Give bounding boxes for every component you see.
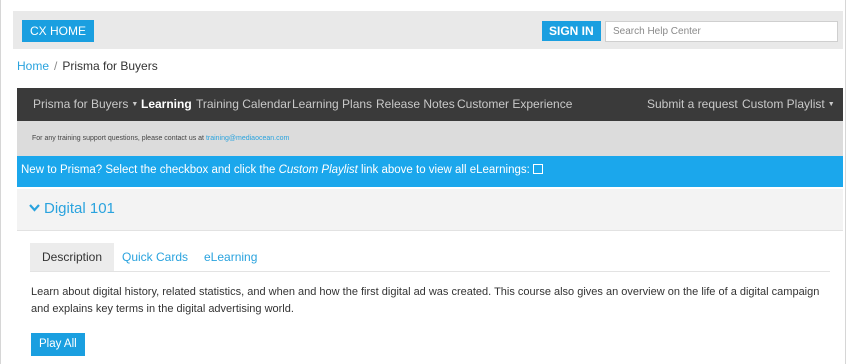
course-tabs: Description Quick Cards eLearning xyxy=(30,243,830,272)
nav-item-learning-plans[interactable]: Learning Plans xyxy=(292,88,372,121)
course-header[interactable]: Digital 101 xyxy=(17,189,843,231)
support-notice-text: For any training support questions, plea… xyxy=(32,135,289,142)
course-description: Learn about digital history, related sta… xyxy=(31,286,820,315)
banner-text-before: New to Prisma? Select the checkbox and c… xyxy=(21,164,279,176)
chevron-down-icon xyxy=(29,203,40,215)
tab-description[interactable]: Description xyxy=(30,243,115,271)
nav-item-training-calendar[interactable]: Training Calendar xyxy=(196,88,291,121)
breadcrumb-current: Prisma for Buyers xyxy=(62,59,158,73)
support-notice-message: For any training support questions, plea… xyxy=(32,135,206,142)
nav-item-label: Prisma for Buyers xyxy=(33,97,129,111)
search-input[interactable] xyxy=(605,21,838,42)
breadcrumb-separator: / xyxy=(54,59,58,73)
banner-playlist-emphasis: Custom Playlist xyxy=(278,164,358,176)
nav-item-customer-experience[interactable]: Customer Experience xyxy=(457,88,572,121)
play-all-button[interactable]: Play All xyxy=(31,333,85,356)
cx-home-button[interactable]: CX HOME xyxy=(22,20,95,42)
caret-down-icon: ▼ xyxy=(827,101,835,109)
support-email-link[interactable]: training@mediaocean.com xyxy=(206,135,289,142)
chevron-down-svg xyxy=(29,204,40,212)
tab-elearning[interactable]: eLearning xyxy=(204,243,257,271)
breadcrumb-home-link[interactable]: Home xyxy=(17,59,49,73)
main-nav: Prisma for Buyers ▼ Learning Training Cal… xyxy=(17,88,843,121)
support-notice: For any training support questions, plea… xyxy=(17,121,843,156)
banner-text: New to Prisma? Select the checkbox and c… xyxy=(21,164,543,176)
show-all-checkbox[interactable] xyxy=(532,164,543,174)
course-title-label: Digital 101 xyxy=(44,200,115,217)
nav-item-release-notes[interactable]: Release Notes xyxy=(376,88,455,121)
nav-item-learning[interactable]: Learning xyxy=(141,88,192,121)
new-user-banner: New to Prisma? Select the checkbox and c… xyxy=(17,156,843,187)
nav-item-submit-request[interactable]: Submit a request xyxy=(647,88,738,121)
nav-item-label: Custom Playlist xyxy=(742,97,825,111)
course-title[interactable]: Digital 101 xyxy=(29,200,115,217)
tab-quick-cards[interactable]: Quick Cards xyxy=(122,243,188,271)
breadcrumb: Home / Prisma for Buyers xyxy=(17,59,158,73)
caret-down-icon: ▼ xyxy=(131,101,139,109)
banner-text-after: link above to view all eLearnings: xyxy=(357,164,530,176)
nav-item-prisma-for-buyers[interactable]: Prisma for Buyers ▼ xyxy=(33,88,138,121)
top-bar: CX HOME SIGN IN xyxy=(13,11,843,49)
page-frame: CX HOME SIGN IN Home / Prisma for Buyers P… xyxy=(0,0,846,364)
nav-item-custom-playlist[interactable]: Custom Playlist ▼ xyxy=(742,88,835,121)
sign-in-button[interactable]: SIGN IN xyxy=(542,21,601,41)
